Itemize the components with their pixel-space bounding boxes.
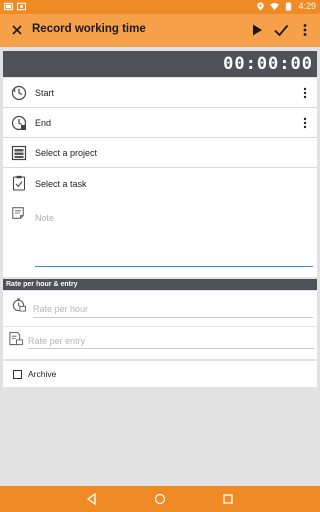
navigation-bar [0,486,320,512]
rate-per-hour-row: Rate per hour [3,291,317,327]
overflow-icon [303,24,307,36]
start-field[interactable]: Start [3,78,317,108]
save-button[interactable] [272,21,290,39]
overflow-icon [303,117,307,129]
check-icon [274,24,289,37]
overflow-icon [303,87,307,99]
home-icon[interactable] [152,491,168,507]
note-icon [12,207,24,219]
project-field[interactable]: Select a project [3,138,317,168]
page-title: Record working time [32,23,146,35]
app-bar: Record working time [0,14,320,47]
overflow-menu-button[interactable] [296,21,314,39]
note-field[interactable]: Note [3,199,317,277]
note-input[interactable]: Note [35,213,54,223]
archive-checkbox[interactable] [13,370,22,379]
end-more-button[interactable] [301,117,309,131]
photo-notification-icon [17,2,26,11]
entry-money-icon [9,331,23,346]
rate-per-entry-input[interactable]: Rate per entry [28,336,85,346]
location-icon [257,1,265,11]
timer-display: 00:00:00 [223,54,313,74]
status-bar: 4:29 [0,0,320,14]
back-icon[interactable] [84,491,100,507]
play-icon [253,24,262,36]
screenshot-notification-icon [4,2,13,11]
timer-bar: 00:00:00 [3,51,317,77]
recents-icon[interactable] [220,491,236,507]
task-field[interactable]: Select a task [3,168,317,199]
start-label: Start [35,88,55,98]
rate-per-entry-underline [28,348,314,349]
wifi-icon [270,2,280,10]
end-field[interactable]: End [3,108,317,138]
archive-label: Archive [28,369,57,379]
close-icon [12,25,22,35]
project-label: Select a project [35,148,98,158]
project-icon [11,145,27,161]
clock-stop-icon [11,115,27,131]
end-label: End [35,118,52,128]
rate-section-header: Rate per hour & entry [3,279,317,290]
rate-per-hour-underline [33,317,313,318]
start-more-button[interactable] [301,87,309,101]
archive-row[interactable]: Archive [3,361,317,387]
task-icon [12,175,26,191]
rate-per-hour-input[interactable]: Rate per hour [33,304,88,314]
battery-icon [286,1,292,11]
start-timer-button[interactable] [248,21,266,39]
close-button[interactable] [8,21,26,39]
task-label: Select a task [35,179,87,189]
rate-per-entry-row: Rate per entry [3,327,317,359]
clock-icon [11,85,27,101]
status-time: 4:29 [298,1,316,11]
stopwatch-money-icon [12,298,26,312]
note-underline [35,266,313,267]
